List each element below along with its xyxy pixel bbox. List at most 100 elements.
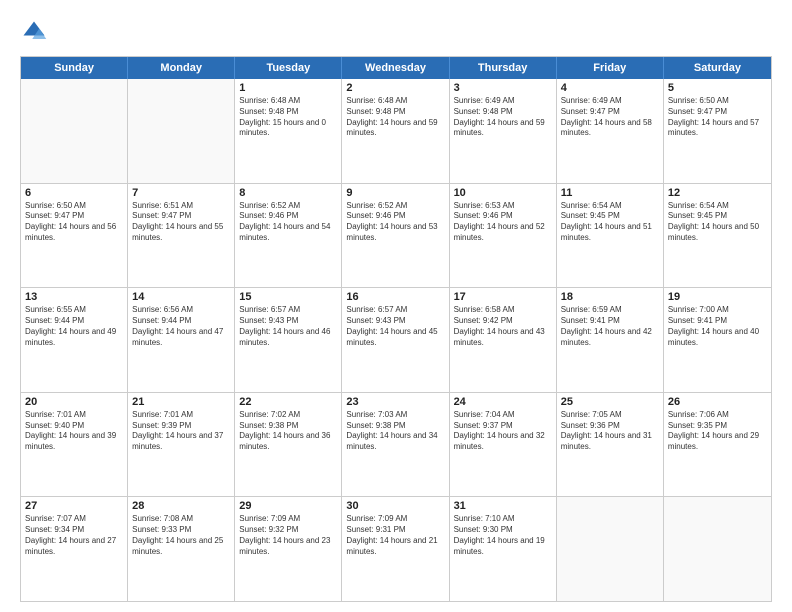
- calendar-cell: 27 Sunrise: 7:07 AMSunset: 9:34 PMDayligh…: [21, 497, 128, 601]
- day-number: 12: [668, 187, 767, 199]
- day-number: 30: [346, 500, 444, 512]
- day-number: 9: [346, 187, 444, 199]
- cell-info: Sunrise: 6:49 AMSunset: 9:48 PMDaylight:…: [454, 96, 552, 139]
- cell-info: Sunrise: 7:01 AMSunset: 9:40 PMDaylight:…: [25, 410, 123, 453]
- cell-info: Sunrise: 6:57 AMSunset: 9:43 PMDaylight:…: [346, 305, 444, 348]
- day-number: 24: [454, 396, 552, 408]
- calendar-cell: [128, 79, 235, 183]
- day-number: 17: [454, 291, 552, 303]
- cell-info: Sunrise: 7:10 AMSunset: 9:30 PMDaylight:…: [454, 514, 552, 557]
- day-number: 4: [561, 82, 659, 94]
- calendar-cell: 4Sunrise: 6:49 AMSunset: 9:47 PMDaylight…: [557, 79, 664, 183]
- calendar-cell: 5Sunrise: 6:50 AMSunset: 9:47 PMDaylight…: [664, 79, 771, 183]
- day-number: 15: [239, 291, 337, 303]
- calendar-row: 13 Sunrise: 6:55 AMSunset: 9:44 PMDayligh…: [21, 287, 771, 392]
- calendar-cell: 18Sunrise: 6:59 AMSunset: 9:41 PMDayligh…: [557, 288, 664, 392]
- logo: [20, 18, 52, 46]
- cell-info: Sunrise: 7:09 AMSunset: 9:31 PMDaylight:…: [346, 514, 444, 557]
- day-number: 2: [346, 82, 444, 94]
- calendar-cell: [557, 497, 664, 601]
- day-number: 18: [561, 291, 659, 303]
- calendar-cell: 20 Sunrise: 7:01 AMSunset: 9:40 PMDayligh…: [21, 393, 128, 497]
- calendar-cell: 16 Sunrise: 6:57 AMSunset: 9:43 PMDayligh…: [342, 288, 449, 392]
- page: SundayMondayTuesdayWednesdayThursdayFrid…: [0, 0, 792, 612]
- cell-info: Sunrise: 6:55 AMSunset: 9:44 PMDaylight:…: [25, 305, 123, 348]
- calendar-cell: 3 Sunrise: 6:49 AMSunset: 9:48 PMDaylight…: [450, 79, 557, 183]
- calendar-cell: [664, 497, 771, 601]
- logo-icon: [20, 18, 48, 46]
- calendar-cell: 11 Sunrise: 6:54 AMSunset: 9:45 PMDayligh…: [557, 184, 664, 288]
- calendar-cell: 31 Sunrise: 7:10 AMSunset: 9:30 PMDayligh…: [450, 497, 557, 601]
- cell-info: Sunrise: 7:02 AMSunset: 9:38 PMDaylight:…: [239, 410, 337, 453]
- header: [20, 18, 772, 46]
- calendar-cell: 10Sunrise: 6:53 AMSunset: 9:46 PMDayligh…: [450, 184, 557, 288]
- calendar-cell: 17 Sunrise: 6:58 AMSunset: 9:42 PMDayligh…: [450, 288, 557, 392]
- cell-info: Sunrise: 6:57 AMSunset: 9:43 PMDaylight:…: [239, 305, 337, 348]
- calendar-cell: 14 Sunrise: 6:56 AMSunset: 9:44 PMDayligh…: [128, 288, 235, 392]
- calendar-cell: 8 Sunrise: 6:52 AMSunset: 9:46 PMDaylight…: [235, 184, 342, 288]
- day-number: 21: [132, 396, 230, 408]
- day-number: 23: [346, 396, 444, 408]
- day-number: 8: [239, 187, 337, 199]
- day-number: 3: [454, 82, 552, 94]
- day-number: 22: [239, 396, 337, 408]
- day-number: 14: [132, 291, 230, 303]
- day-number: 28: [132, 500, 230, 512]
- calendar-cell: 12 Sunrise: 6:54 AMSunset: 9:45 PMDayligh…: [664, 184, 771, 288]
- day-number: 11: [561, 187, 659, 199]
- day-number: 20: [25, 396, 123, 408]
- cell-info: Sunrise: 6:58 AMSunset: 9:42 PMDaylight:…: [454, 305, 552, 348]
- calendar-row: 20 Sunrise: 7:01 AMSunset: 9:40 PMDayligh…: [21, 392, 771, 497]
- calendar-day-header: Friday: [557, 57, 664, 79]
- calendar-cell: 2 Sunrise: 6:48 AMSunset: 9:48 PMDaylight…: [342, 79, 449, 183]
- calendar-cell: 22 Sunrise: 7:02 AMSunset: 9:38 PMDayligh…: [235, 393, 342, 497]
- calendar-cell: 25 Sunrise: 7:05 AMSunset: 9:36 PMDayligh…: [557, 393, 664, 497]
- calendar-row: 6Sunrise: 6:50 AMSunset: 9:47 PMDaylight…: [21, 183, 771, 288]
- cell-info: Sunrise: 6:48 AMSunset: 9:48 PMDaylight:…: [239, 96, 337, 139]
- calendar-body: 1Sunrise: 6:48 AMSunset: 9:48 PMDaylight…: [21, 79, 771, 601]
- day-number: 29: [239, 500, 337, 512]
- cell-info: Sunrise: 7:09 AMSunset: 9:32 PMDaylight:…: [239, 514, 337, 557]
- calendar-cell: 23 Sunrise: 7:03 AMSunset: 9:38 PMDayligh…: [342, 393, 449, 497]
- calendar-cell: 29 Sunrise: 7:09 AMSunset: 9:32 PMDayligh…: [235, 497, 342, 601]
- day-number: 31: [454, 500, 552, 512]
- day-number: 16: [346, 291, 444, 303]
- cell-info: Sunrise: 6:52 AMSunset: 9:46 PMDaylight:…: [346, 201, 444, 244]
- cell-info: Sunrise: 6:54 AMSunset: 9:45 PMDaylight:…: [668, 201, 767, 244]
- calendar-day-header: Monday: [128, 57, 235, 79]
- calendar-cell: 28Sunrise: 7:08 AMSunset: 9:33 PMDayligh…: [128, 497, 235, 601]
- cell-info: Sunrise: 6:52 AMSunset: 9:46 PMDaylight:…: [239, 201, 337, 244]
- day-number: 27: [25, 500, 123, 512]
- cell-info: Sunrise: 6:51 AMSunset: 9:47 PMDaylight:…: [132, 201, 230, 244]
- calendar-row: 27 Sunrise: 7:07 AMSunset: 9:34 PMDayligh…: [21, 496, 771, 601]
- calendar-cell: 19Sunrise: 7:00 AMSunset: 9:41 PMDayligh…: [664, 288, 771, 392]
- day-number: 5: [668, 82, 767, 94]
- cell-info: Sunrise: 6:56 AMSunset: 9:44 PMDaylight:…: [132, 305, 230, 348]
- calendar-cell: 1Sunrise: 6:48 AMSunset: 9:48 PMDaylight…: [235, 79, 342, 183]
- calendar: SundayMondayTuesdayWednesdayThursdayFrid…: [20, 56, 772, 602]
- calendar-cell: 13 Sunrise: 6:55 AMSunset: 9:44 PMDayligh…: [21, 288, 128, 392]
- calendar-cell: 24 Sunrise: 7:04 AMSunset: 9:37 PMDayligh…: [450, 393, 557, 497]
- cell-info: Sunrise: 6:54 AMSunset: 9:45 PMDaylight:…: [561, 201, 659, 244]
- cell-info: Sunrise: 7:06 AMSunset: 9:35 PMDaylight:…: [668, 410, 767, 453]
- day-number: 19: [668, 291, 767, 303]
- calendar-cell: 21 Sunrise: 7:01 AMSunset: 9:39 PMDayligh…: [128, 393, 235, 497]
- cell-info: Sunrise: 6:48 AMSunset: 9:48 PMDaylight:…: [346, 96, 444, 139]
- cell-info: Sunrise: 7:03 AMSunset: 9:38 PMDaylight:…: [346, 410, 444, 453]
- calendar-cell: 30 Sunrise: 7:09 AMSunset: 9:31 PMDayligh…: [342, 497, 449, 601]
- calendar-cell: 26 Sunrise: 7:06 AMSunset: 9:35 PMDayligh…: [664, 393, 771, 497]
- cell-info: Sunrise: 7:04 AMSunset: 9:37 PMDaylight:…: [454, 410, 552, 453]
- day-number: 7: [132, 187, 230, 199]
- calendar-header: SundayMondayTuesdayWednesdayThursdayFrid…: [21, 57, 771, 79]
- cell-info: Sunrise: 7:01 AMSunset: 9:39 PMDaylight:…: [132, 410, 230, 453]
- day-number: 13: [25, 291, 123, 303]
- calendar-cell: [21, 79, 128, 183]
- cell-info: Sunrise: 7:07 AMSunset: 9:34 PMDaylight:…: [25, 514, 123, 557]
- cell-info: Sunrise: 7:05 AMSunset: 9:36 PMDaylight:…: [561, 410, 659, 453]
- day-number: 26: [668, 396, 767, 408]
- calendar-day-header: Tuesday: [235, 57, 342, 79]
- day-number: 25: [561, 396, 659, 408]
- calendar-cell: 9 Sunrise: 6:52 AMSunset: 9:46 PMDaylight…: [342, 184, 449, 288]
- cell-info: Sunrise: 6:53 AMSunset: 9:46 PMDaylight:…: [454, 201, 552, 244]
- day-number: 6: [25, 187, 123, 199]
